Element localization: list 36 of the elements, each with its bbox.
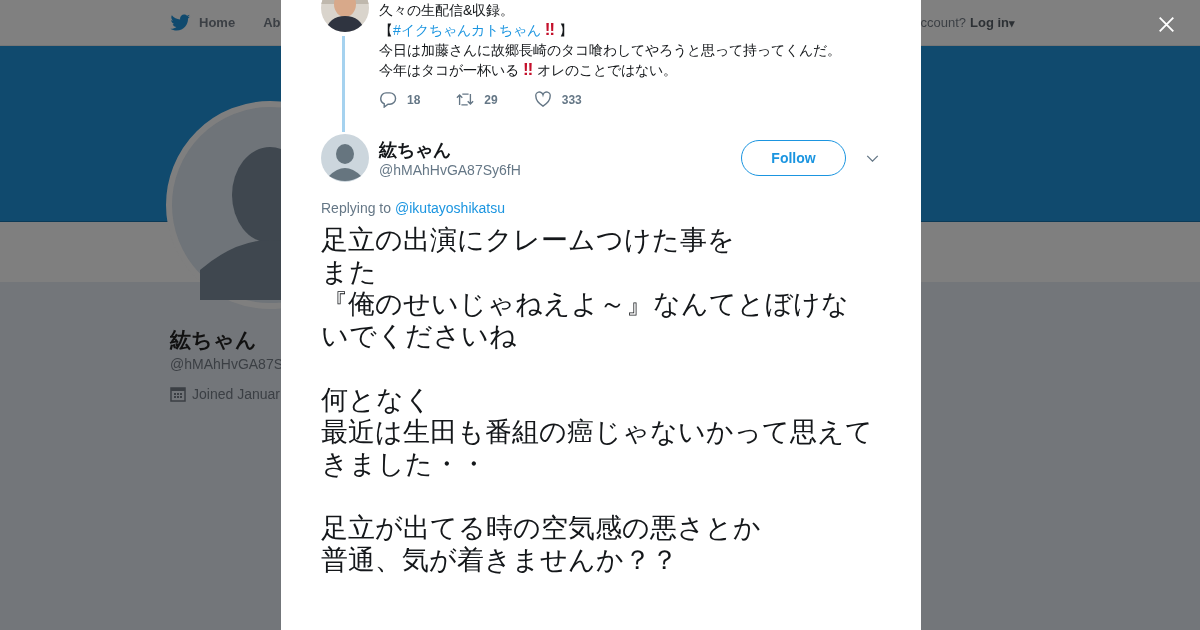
action-count: 333 bbox=[561, 92, 582, 107]
tweet-text-line: 足立が出てる時の空気感の悪さとか bbox=[321, 512, 762, 544]
retweet-icon[interactable] bbox=[456, 91, 475, 108]
tweet-text-line: 『俺のせいじゃねえよ～』なんてとぼけな bbox=[321, 288, 850, 320]
profile-name: 紘ちゃん bbox=[170, 327, 257, 353]
joined-date: Joined Januar bbox=[192, 386, 280, 402]
tweet-text-line: 最近は生田も番組の癌じゃないかって思えて bbox=[321, 416, 874, 448]
close-icon[interactable] bbox=[1158, 16, 1175, 33]
tweet-text-line: いでくださいね bbox=[321, 320, 518, 352]
tweet-text-line: 今日は加藤さんに故郷長崎のタコ喰わしてやろうと思って持ってくんだ。 bbox=[379, 41, 841, 60]
tweet-text-line: 今年はタコが一杯いる ‼ オレのことではない。 bbox=[379, 60, 679, 80]
tweet-text-line: 足立の出演にクレームつけた事を bbox=[321, 224, 736, 256]
tweet-text-line: 何となく bbox=[321, 384, 433, 416]
tweet-text-line: きました・・ bbox=[321, 448, 488, 480]
about-link[interactable]: Ab bbox=[263, 15, 281, 30]
action-count: 18 bbox=[407, 92, 421, 107]
tweet-text-line: 久々の生配信&収録。 bbox=[379, 1, 516, 20]
tweet-text-line: 普通、気が着きませんか？？ bbox=[321, 544, 679, 576]
home-link[interactable]: Home bbox=[199, 15, 236, 30]
user-handle: @hMAhHvGA87Sy6fH bbox=[379, 162, 522, 178]
calendar-icon bbox=[170, 386, 186, 402]
follow-button[interactable]: Follow bbox=[741, 140, 846, 176]
action-count: 29 bbox=[484, 92, 498, 107]
bird-logo-icon[interactable] bbox=[170, 13, 191, 32]
replying-label: Replying to bbox=[321, 200, 392, 216]
user-name: 紘ちゃん bbox=[379, 139, 452, 162]
default-avatar-icon bbox=[321, 134, 369, 182]
reply-icon[interactable] bbox=[379, 91, 397, 108]
tweet-text-line: また bbox=[321, 256, 378, 288]
profile-handle: @hMAhHvGA87S bbox=[170, 356, 284, 372]
login-link[interactable]: Log in▾ bbox=[970, 15, 1015, 30]
mention-link[interactable]: @ikutayoshikatsu bbox=[395, 200, 505, 216]
account-prompt: ccount? bbox=[920, 15, 966, 30]
heart-icon[interactable] bbox=[533, 91, 552, 108]
chevron-down-icon[interactable] bbox=[866, 154, 879, 162]
tweet-text-line: 【#イクちゃんカトちゃん ‼ 】 bbox=[379, 20, 575, 40]
